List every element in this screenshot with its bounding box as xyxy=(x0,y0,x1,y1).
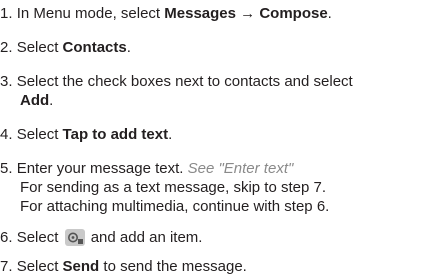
menu-name-messages: Messages xyxy=(164,5,236,22)
option-contacts: Contacts xyxy=(62,39,127,56)
step-5-line-3: For attaching multimedia, continue with … xyxy=(20,198,330,215)
step-7: 7. Select Send to send the message. xyxy=(0,257,247,277)
period: . xyxy=(327,5,332,22)
step-number: 2. xyxy=(0,39,13,56)
step-1: 1. In Menu mode, select Messages → Compo… xyxy=(0,4,332,24)
cross-reference: See "Enter text" xyxy=(187,160,294,177)
step-number: 5. xyxy=(0,160,13,177)
step-text: Enter your message text. xyxy=(16,160,188,177)
menu-name-compose: Compose xyxy=(259,5,328,22)
step-6: 6. Select and add an item. xyxy=(0,228,202,248)
step-number: 6. xyxy=(0,229,13,246)
step-number: 4. xyxy=(0,126,13,143)
period: . xyxy=(49,92,54,109)
step-3-continued: Add. xyxy=(20,91,53,111)
step-number: 7. xyxy=(0,258,13,275)
period: . xyxy=(168,126,173,143)
arrow-separator: → xyxy=(235,5,260,22)
step-text: In Menu mode, select xyxy=(16,5,165,22)
option-send: Send xyxy=(62,258,100,275)
step-text-end: and add an item. xyxy=(86,229,203,246)
step-3: 3. Select the check boxes next to contac… xyxy=(0,72,353,92)
step-number: 3. xyxy=(0,73,13,90)
step-text-end: to send the message. xyxy=(99,258,247,275)
option-tap-to-add-text: Tap to add text xyxy=(62,126,169,143)
step-text: Select xyxy=(16,39,63,56)
step-text: Select the check boxes next to contacts … xyxy=(16,73,353,90)
step-text: Select xyxy=(16,126,63,143)
attach-multimedia-icon xyxy=(64,229,85,246)
step-text: Select xyxy=(16,229,63,246)
instruction-list: 1. In Menu mode, select Messages → Compo… xyxy=(0,0,434,277)
period: . xyxy=(126,39,131,56)
step-number: 1. xyxy=(0,5,13,22)
option-add: Add xyxy=(20,92,50,109)
step-4: 4. Select Tap to add text. xyxy=(0,125,172,145)
step-5-line-2: For sending as a text message, skip to s… xyxy=(20,179,326,196)
step-text: Select xyxy=(16,258,63,275)
step-2: 2. Select Contacts. xyxy=(0,38,131,58)
step-5: 5. Enter your message text. See "Enter t… xyxy=(0,159,293,179)
